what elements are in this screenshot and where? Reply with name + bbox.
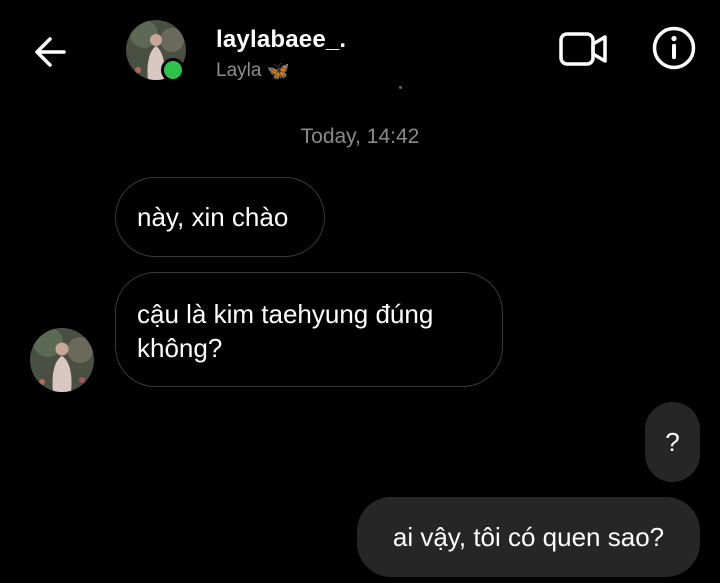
info-icon	[652, 26, 696, 70]
video-call-button[interactable]	[559, 31, 609, 67]
chat-username[interactable]: laylabaee_.	[216, 26, 346, 54]
message-bubble-incoming[interactable]: này, xin chào	[115, 177, 325, 257]
message-text-line: không?	[137, 333, 223, 363]
message-text: ?	[665, 427, 680, 457]
message-bubble-outgoing[interactable]: ?	[645, 402, 700, 482]
message-text: ai vậy, tôi có quen sao?	[392, 522, 665, 552]
sender-avatar[interactable]	[30, 328, 94, 392]
info-button[interactable]	[652, 26, 696, 70]
message-text: này, xin chào	[137, 202, 289, 232]
message-bubble-outgoing[interactable]: ai vậy, tôi có quen sao?	[357, 497, 700, 577]
butterfly-emoji: 🦋	[267, 60, 290, 81]
decorative-speck	[399, 86, 402, 89]
video-call-icon	[559, 32, 607, 66]
chat-display-name: Layla 🦋	[216, 60, 290, 82]
message-bubble-incoming[interactable]: cậu là kim taehyung đúng không?	[115, 272, 503, 387]
conversation-timestamp: Today, 14:42	[300, 125, 420, 148]
back-arrow-icon	[35, 37, 66, 67]
back-button[interactable]	[30, 30, 70, 74]
profile-photo	[30, 328, 94, 392]
message-text-line: cậu là kim taehyung đúng	[137, 299, 434, 329]
display-name-text: Layla	[216, 60, 262, 81]
online-status-dot	[161, 58, 185, 82]
